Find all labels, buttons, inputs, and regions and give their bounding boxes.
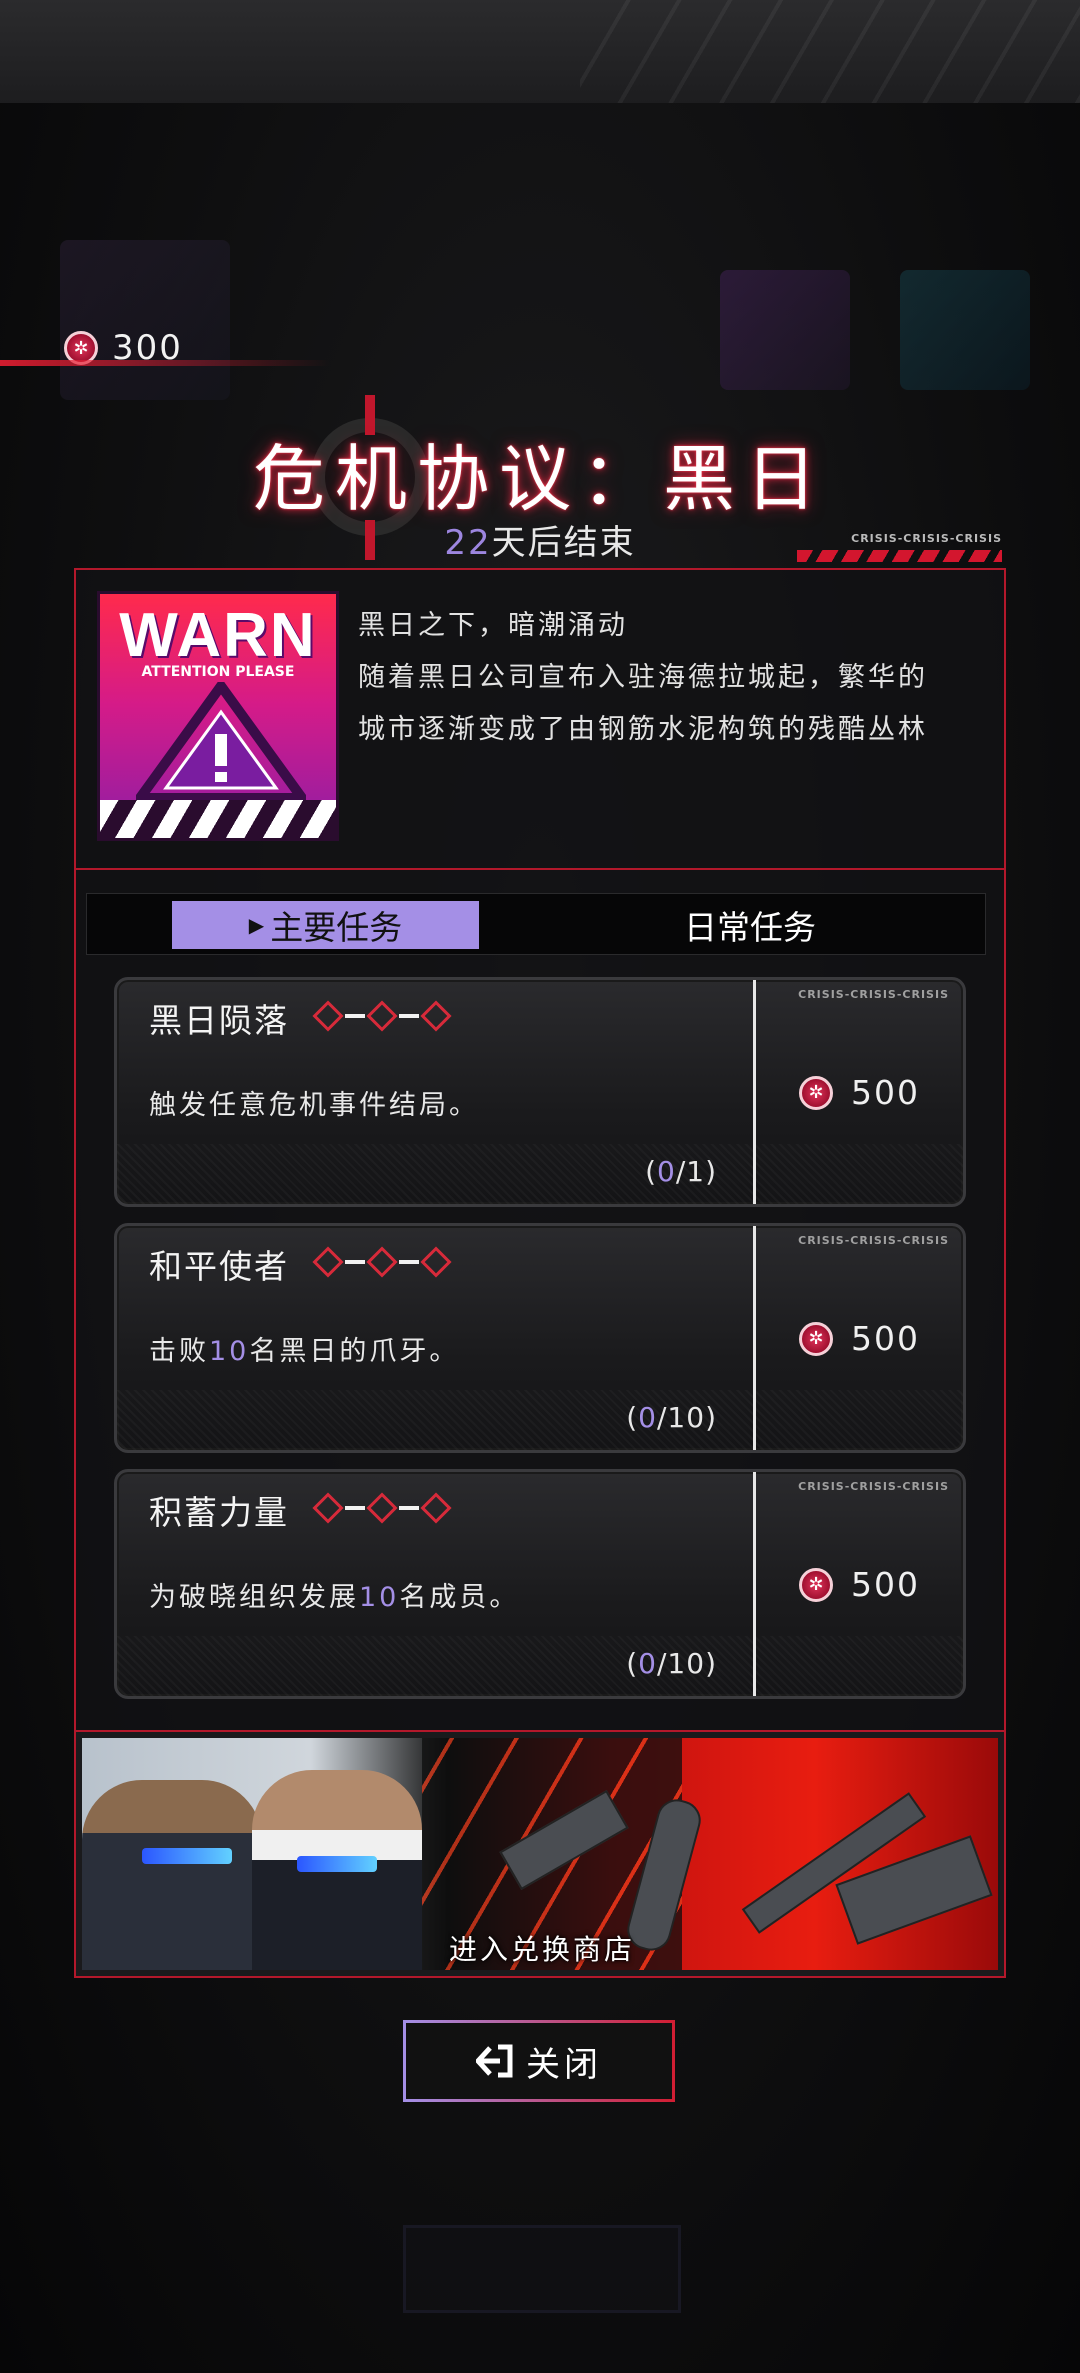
task-name: 和平使者: [149, 1247, 289, 1286]
shop-label: 进入兑换商店: [448, 1933, 635, 1966]
days-left: 22: [444, 523, 492, 563]
close-label: 关闭: [526, 2044, 602, 2085]
warn-stripes: [100, 800, 336, 838]
backdrop-tile: [720, 270, 850, 390]
task-card[interactable]: 积蓄力量 为破晓组织发展10名成员。 (0/10) CRISIS-CRISIS-…: [114, 1469, 966, 1699]
diamond-icon: [420, 1246, 452, 1278]
event-title: 危机协议：黑日: [252, 437, 827, 521]
warn-banner-image: WARN ATTENTION PLEASE: [97, 591, 339, 841]
task-reward: ✲ 500: [799, 1319, 920, 1358]
visor: [297, 1856, 377, 1872]
crisis-coin-icon: ✲: [799, 1321, 833, 1356]
prog-done: 0: [638, 1647, 657, 1680]
event-description: 黑日之下，暗潮涌动 随着黑日公司宣布入驻海德拉城起，繁华的 城市逐渐变成了由钢筋…: [358, 600, 978, 756]
task-name: 积蓄力量: [149, 1493, 289, 1532]
desc-text: 触发任意危机事件结局。: [149, 1090, 479, 1121]
diamond-icon: [366, 1492, 398, 1524]
task-progress: (0/10): [626, 1401, 717, 1434]
prog-done: 0: [638, 1401, 657, 1434]
desc-text: 名黑日的爪牙。: [249, 1336, 460, 1367]
task-progress: (0/10): [626, 1647, 717, 1680]
divider: [753, 980, 756, 1204]
crisis-stripes: [797, 550, 1002, 562]
accent-line: [0, 360, 330, 366]
task-description: 为破晓组织发展10名成员。: [149, 1575, 519, 1614]
description-line: 黑日之下，暗潮涌动: [358, 610, 628, 641]
crisis-coin-icon: ✲: [799, 1075, 833, 1110]
difficulty-diamonds: [312, 998, 452, 1034]
prog-open: (: [626, 1401, 639, 1434]
desc-text: 击败: [149, 1336, 209, 1367]
crisis-tag: CRISIS-CRISIS-CRISIS: [798, 1234, 949, 1247]
diamond-icon: [366, 1000, 398, 1032]
desc-text: 名成员。: [399, 1582, 520, 1613]
warning-triangle-icon: [136, 682, 306, 802]
divider: [753, 1472, 756, 1696]
exit-icon: [476, 2044, 513, 2078]
desc-highlight: 10: [359, 1582, 400, 1613]
tab-label: 日常任务: [684, 908, 816, 947]
close-button[interactable]: 关闭: [403, 2020, 675, 2102]
difficulty-diamonds: [312, 1244, 452, 1280]
difficulty-diamonds: [312, 1490, 452, 1526]
triangle-right-icon: ▶: [248, 913, 265, 937]
reward-amount: 500: [851, 1073, 920, 1112]
tab-main-tasks[interactable]: ▶ 主要任务: [172, 901, 479, 949]
task-description: 击败10名黑日的爪牙。: [149, 1329, 459, 1368]
diamond-icon: [420, 1000, 452, 1032]
prog-open: (: [645, 1155, 657, 1188]
task-card[interactable]: 黑日陨落 触发任意危机事件结局。 (0/1) CRISIS-CRISIS-CRI…: [114, 977, 966, 1207]
prog-done: 0: [657, 1155, 676, 1188]
prog-total: /10): [657, 1401, 717, 1434]
diamond-icon: [366, 1246, 398, 1278]
crisis-coin-icon: ✲: [799, 1567, 833, 1602]
task-reward: ✲ 500: [799, 1073, 920, 1112]
tab-daily-tasks[interactable]: 日常任务: [600, 901, 900, 949]
diamond-icon: [312, 1246, 344, 1278]
tab-label: 主要任务: [270, 908, 403, 947]
task-name: 黑日陨落: [149, 1001, 289, 1040]
diamond-icon: [312, 1000, 344, 1032]
prog-total: /1): [675, 1155, 717, 1188]
task-reward: ✲ 500: [799, 1565, 920, 1604]
background-ghost-button: [403, 2225, 681, 2313]
backdrop-tile: [900, 270, 1030, 390]
description-line: 城市逐渐变成了由钢筋水泥构筑的残酷丛林: [358, 714, 928, 745]
warn-text: WARN: [119, 601, 317, 670]
task-card[interactable]: 和平使者 击败10名黑日的爪牙。 (0/10) CRISIS-CRISIS-CR…: [114, 1223, 966, 1453]
reward-amount: 500: [851, 1319, 920, 1358]
crisis-tag: CRISIS-CRISIS-CRISIS: [798, 1480, 949, 1493]
warn-subtext: ATTENTION PLEASE: [141, 664, 295, 680]
diamond-icon: [420, 1492, 452, 1524]
backdrop-tile: [60, 240, 230, 400]
reward-amount: 500: [851, 1565, 920, 1604]
crisis-tag: CRISIS-CRISIS-CRISIS: [851, 532, 1002, 545]
diamond-icon: [312, 1492, 344, 1524]
task-progress: (0/1): [645, 1155, 717, 1188]
desc-text: 为破晓组织发展: [149, 1582, 359, 1613]
prog-total: /10): [657, 1647, 717, 1680]
prog-open: (: [626, 1647, 639, 1680]
top-bar-backdrop: [0, 0, 1080, 103]
desc-highlight: 10: [209, 1336, 250, 1367]
days-suffix: 天后结束: [491, 523, 636, 563]
task-description: 触发任意危机事件结局。: [149, 1083, 479, 1122]
visor: [142, 1848, 232, 1864]
crisis-tag: CRISIS-CRISIS-CRISIS: [798, 988, 949, 1001]
exchange-shop-banner[interactable]: 进入兑换商店: [74, 1730, 1006, 1978]
divider: [753, 1226, 756, 1450]
description-line: 随着黑日公司宣布入驻海德拉城起，繁华的: [358, 662, 928, 693]
